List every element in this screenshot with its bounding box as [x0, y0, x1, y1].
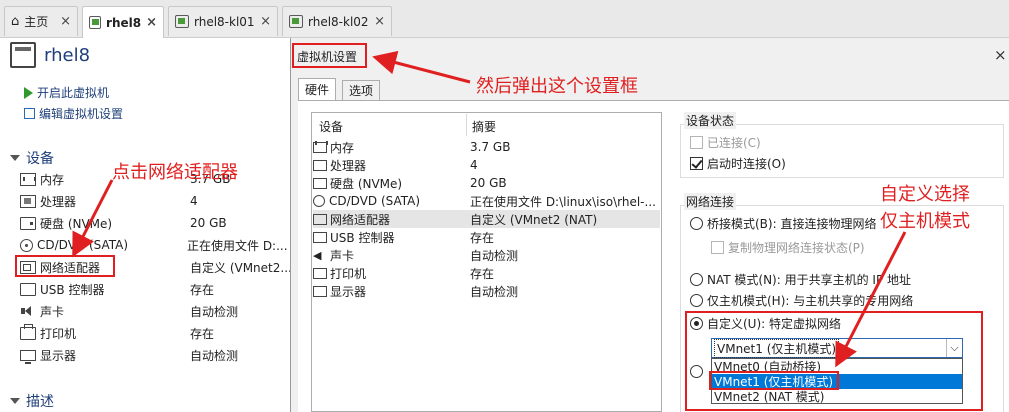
arrow-to-adapter — [72, 179, 114, 258]
arrow-to-dialog — [372, 50, 471, 84]
arrow-to-vmnet1 — [835, 231, 907, 368]
annotation-arrows — [72, 50, 907, 368]
